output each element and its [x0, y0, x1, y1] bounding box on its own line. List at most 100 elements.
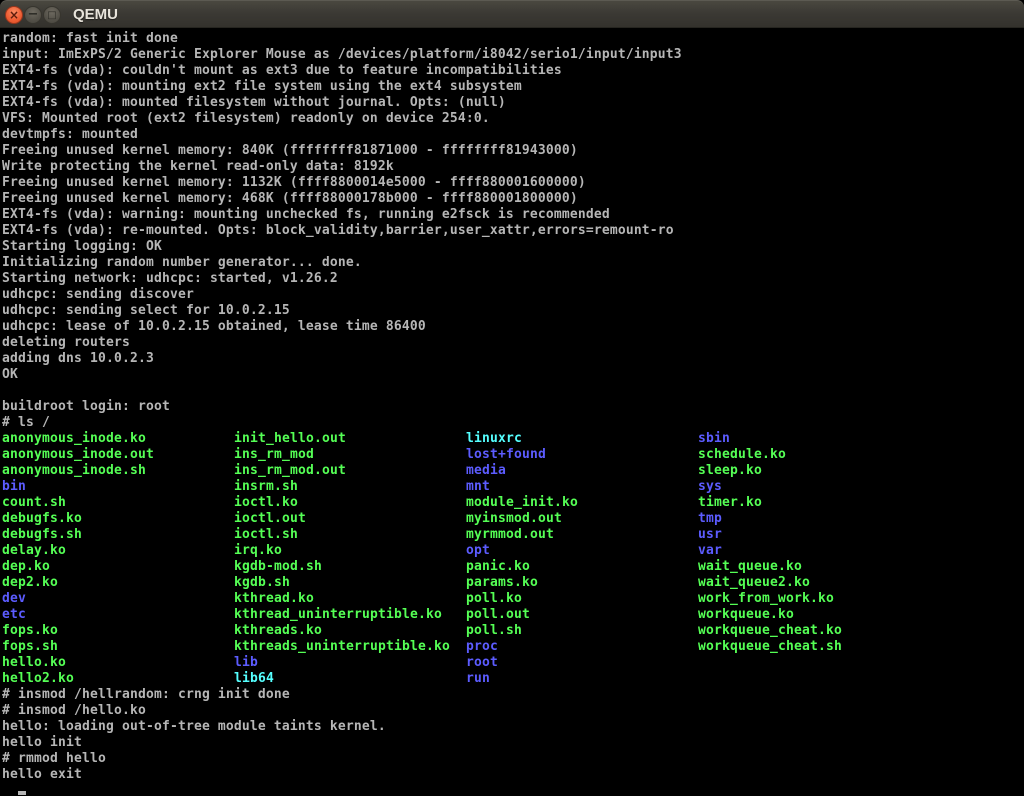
console-line: Initializing random number generator... … [2, 255, 1024, 271]
console-line: Freeing unused kernel memory: 1132K (fff… [2, 175, 1024, 191]
file-entry: usr [698, 527, 930, 543]
console-line: EXT4-fs (vda): re-mounted. Opts: block_v… [2, 223, 1024, 239]
console-line: devtmpfs: mounted [2, 127, 1024, 143]
listing-row: dep.kokgdb-mod.shpanic.kowait_queue.ko [2, 559, 1024, 575]
console-line: Starting logging: OK [2, 239, 1024, 255]
file-entry: sleep.ko [698, 463, 930, 479]
file-entry: kgdb.sh [234, 575, 466, 591]
console-line: random: fast init done [2, 31, 1024, 47]
text-cursor [18, 791, 26, 795]
console-line: adding dns 10.0.2.3 [2, 351, 1024, 367]
boot-log: random: fast init doneinput: ImExPS/2 Ge… [2, 31, 1024, 431]
file-entry: sys [698, 479, 930, 495]
file-entry: hello.ko [2, 655, 234, 671]
file-entry: poll.ko [466, 591, 698, 607]
file-entry: myrmmod.out [466, 527, 698, 543]
file-entry: schedule.ko [698, 447, 930, 463]
listing-row: anonymous_inode.koinit_hello.outlinuxrcs… [2, 431, 1024, 447]
maximize-icon: □ [47, 10, 56, 21]
console-line: # rmmod hello [2, 751, 1024, 767]
maximize-button[interactable]: □ [43, 6, 61, 24]
empty-cell [698, 655, 930, 671]
file-entry: irq.ko [234, 543, 466, 559]
file-entry: delay.ko [2, 543, 234, 559]
file-entry: bin [2, 479, 234, 495]
prompt-line: # [2, 783, 1024, 796]
console-line: udhcpc: sending discover [2, 287, 1024, 303]
file-entry: count.sh [2, 495, 234, 511]
listing-row: fops.kokthreads.kopoll.shworkqueue_cheat… [2, 623, 1024, 639]
console-line: udhcpc: lease of 10.0.2.15 obtained, lea… [2, 319, 1024, 335]
console-line: input: ImExPS/2 Generic Explorer Mouse a… [2, 47, 1024, 63]
listing-row: fops.shkthreads_uninterruptible.koprocwo… [2, 639, 1024, 655]
file-entry: linuxrc [466, 431, 698, 447]
close-button[interactable]: × [5, 6, 23, 24]
console-line: EXT4-fs (vda): warning: mounting uncheck… [2, 207, 1024, 223]
console-line: buildroot login: root [2, 399, 1024, 415]
file-entry: ioctl.sh [234, 527, 466, 543]
file-entry: lost+found [466, 447, 698, 463]
file-entry: workqueue_cheat.sh [698, 639, 930, 655]
file-entry: ins_rm_mod [234, 447, 466, 463]
file-entry: root [466, 655, 698, 671]
listing-row: anonymous_inode.shins_rm_mod.outmediasle… [2, 463, 1024, 479]
file-entry: lib [234, 655, 466, 671]
console-line: VFS: Mounted root (ext2 filesystem) read… [2, 111, 1024, 127]
file-entry: opt [466, 543, 698, 559]
file-entry: timer.ko [698, 495, 930, 511]
console-line: # insmod /hello.ko [2, 703, 1024, 719]
file-entry: work_from_work.ko [698, 591, 930, 607]
file-entry: kthreads.ko [234, 623, 466, 639]
console-line: # ls / [2, 415, 1024, 431]
file-entry: ins_rm_mod.out [234, 463, 466, 479]
file-entry: var [698, 543, 930, 559]
file-entry: panic.ko [466, 559, 698, 575]
file-entry: media [466, 463, 698, 479]
file-entry: fops.sh [2, 639, 234, 655]
listing-row: dep2.kokgdb.shparams.kowait_queue2.ko [2, 575, 1024, 591]
minimize-icon: − [28, 7, 39, 22]
terminal-screen[interactable]: random: fast init doneinput: ImExPS/2 Ge… [0, 28, 1024, 796]
listing-row: debugfs.koioctl.outmyinsmod.outtmp [2, 511, 1024, 527]
empty-cell [698, 671, 930, 687]
file-entry: insrm.sh [234, 479, 466, 495]
file-entry: module_init.ko [466, 495, 698, 511]
file-entry: poll.out [466, 607, 698, 623]
file-entry: ioctl.out [234, 511, 466, 527]
console-line: udhcpc: sending select for 10.0.2.15 [2, 303, 1024, 319]
minimize-button[interactable]: − [24, 6, 42, 24]
close-icon: × [9, 8, 19, 22]
file-entry: run [466, 671, 698, 687]
file-entry: kthread.ko [234, 591, 466, 607]
listing-row: delay.koirq.kooptvar [2, 543, 1024, 559]
console-line: # insmod /hellrandom: crng init done [2, 687, 1024, 703]
file-entry: myinsmod.out [466, 511, 698, 527]
listing-row: bininsrm.shmntsys [2, 479, 1024, 495]
console-line: Starting network: udhcpc: started, v1.26… [2, 271, 1024, 287]
listing-row: devkthread.kopoll.kowork_from_work.ko [2, 591, 1024, 607]
listing-row: etckthread_uninterruptible.kopoll.outwor… [2, 607, 1024, 623]
file-entry: proc [466, 639, 698, 655]
console-line: EXT4-fs (vda): couldn't mount as ext3 du… [2, 63, 1024, 79]
file-entry: dep.ko [2, 559, 234, 575]
file-entry: kthreads_uninterruptible.ko [234, 639, 466, 655]
file-entry: init_hello.out [234, 431, 466, 447]
console-line: hello init [2, 735, 1024, 751]
file-entry: kthread_uninterruptible.ko [234, 607, 466, 623]
file-entry: debugfs.sh [2, 527, 234, 543]
file-entry: workqueue_cheat.ko [698, 623, 930, 639]
file-entry: wait_queue.ko [698, 559, 930, 575]
file-entry: mnt [466, 479, 698, 495]
file-entry: params.ko [466, 575, 698, 591]
window-title: QEMU [73, 1, 118, 29]
tail-log: # insmod /hellrandom: crng init done# in… [2, 687, 1024, 783]
file-entry: anonymous_inode.sh [2, 463, 234, 479]
console-line: Write protecting the kernel read-only da… [2, 159, 1024, 175]
console-line [2, 383, 1024, 399]
console-line: EXT4-fs (vda): mounted filesystem withou… [2, 95, 1024, 111]
console-line: OK [2, 367, 1024, 383]
console-line: Freeing unused kernel memory: 468K (ffff… [2, 191, 1024, 207]
listing-row: debugfs.shioctl.shmyrmmod.outusr [2, 527, 1024, 543]
window-titlebar[interactable]: × − □ QEMU [0, 0, 1024, 28]
console-line: Freeing unused kernel memory: 840K (ffff… [2, 143, 1024, 159]
